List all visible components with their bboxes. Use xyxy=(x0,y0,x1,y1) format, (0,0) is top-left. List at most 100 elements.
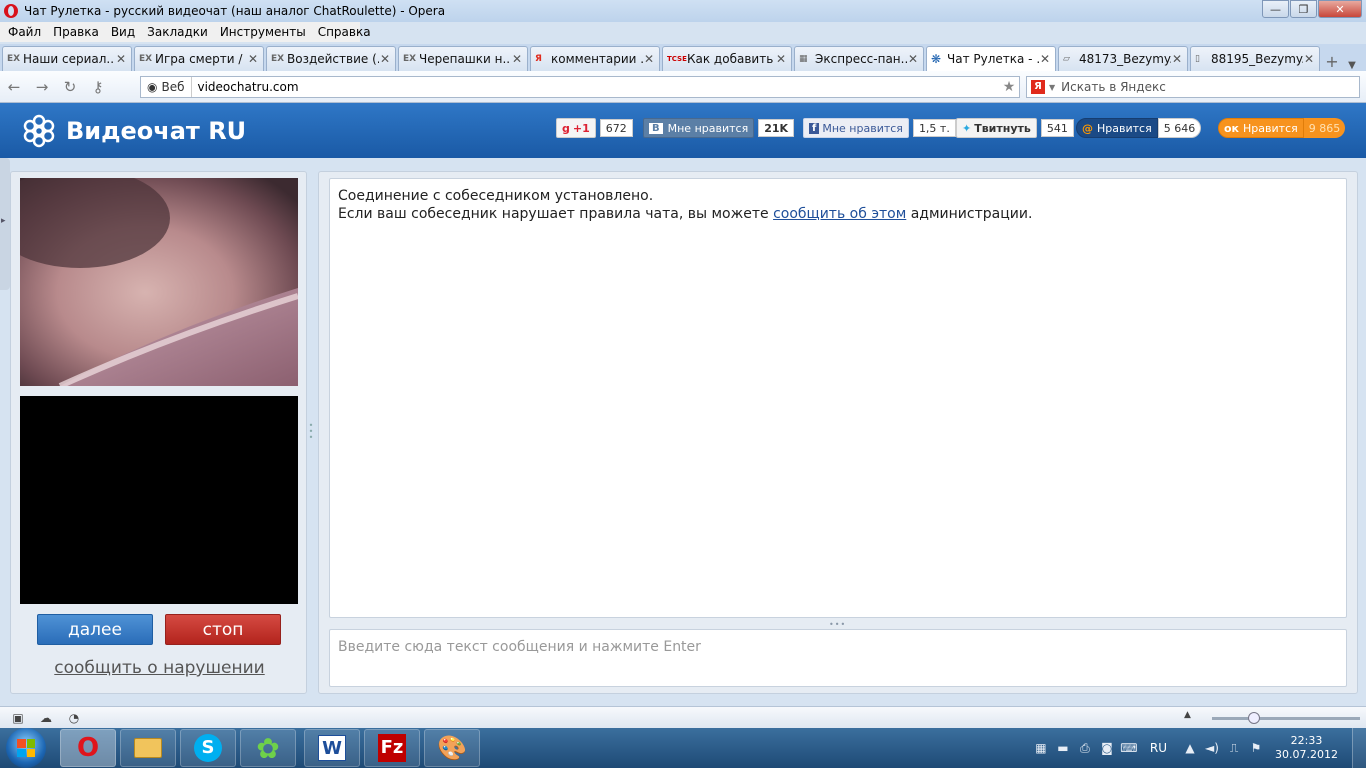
key-icon[interactable]: ⚷ xyxy=(84,78,112,96)
web-badge[interactable]: ◉ Веб xyxy=(141,77,192,97)
maximize-button[interactable]: ❐ xyxy=(1290,0,1317,18)
start-button[interactable] xyxy=(6,728,46,768)
chat-message-text: Если ваш собеседник нарушает правила чат… xyxy=(338,206,774,222)
menu-edit[interactable]: Правка xyxy=(47,25,105,39)
language-indicator[interactable]: RU xyxy=(1150,741,1167,755)
tab-close-icon[interactable]: ✕ xyxy=(775,52,787,66)
tab-close-icon[interactable]: ✕ xyxy=(643,52,655,66)
taskbar-word[interactable]: W xyxy=(304,729,360,767)
mailru-like-label: Нравится xyxy=(1097,121,1152,135)
tab[interactable]: EXИгра смерти / ...✕ xyxy=(134,46,264,71)
tab-favicon-icon: ▦ xyxy=(799,54,808,64)
panel-splitter-handle[interactable]: • • • xyxy=(308,422,314,442)
chat-resize-handle[interactable]: ••• xyxy=(829,620,846,629)
network-icon[interactable]: ⎍ xyxy=(1223,741,1245,756)
tab-close-icon[interactable]: ✕ xyxy=(511,52,523,66)
gplus-button[interactable]: g +1 xyxy=(556,118,596,138)
window-controls: — ❐ ✕ xyxy=(1261,0,1362,18)
ok-icon: ок xyxy=(1224,121,1240,135)
tab-list-icon[interactable]: ▼ xyxy=(1342,60,1362,71)
tab[interactable]: TCSEКак добавить ...✕ xyxy=(662,46,792,71)
zoom-slider-knob[interactable] xyxy=(1248,712,1260,724)
tab-close-icon[interactable]: ✕ xyxy=(247,52,259,66)
minimize-button[interactable]: — xyxy=(1262,0,1289,18)
main-content: далее стоп сообщить о нарушении • • • Соед… xyxy=(0,158,1366,706)
tab-close-icon[interactable]: ✕ xyxy=(115,52,127,66)
tray-disc-icon[interactable]: ◙ xyxy=(1096,741,1118,755)
tab[interactable]: ▯ 88195_Bezymy... ✕ xyxy=(1190,46,1320,71)
tab[interactable]: ▱ 48173_Bezymy... ✕ xyxy=(1058,46,1188,71)
taskbar-explorer[interactable] xyxy=(120,729,176,767)
tray-app-icon[interactable]: ▦ xyxy=(1030,741,1052,755)
tab[interactable]: ▦ Экспресс-пан... ✕ xyxy=(794,46,924,71)
ok-like-label: Нравится xyxy=(1243,121,1298,135)
volume-icon[interactable]: ◄) xyxy=(1201,741,1223,755)
report-admin-link[interactable]: сообщить об этом xyxy=(773,206,906,222)
window-title: Чат Рулетка - русский видеочат (наш анал… xyxy=(24,4,446,18)
tray-expand-icon[interactable]: ▲ xyxy=(1179,741,1201,755)
search-field[interactable]: Я ▼ Искать в Яндекс xyxy=(1026,76,1360,98)
show-desktop-button[interactable] xyxy=(1352,728,1366,768)
site-logo[interactable]: Видеочат RU xyxy=(22,114,246,148)
taskbar-opera[interactable]: O xyxy=(60,729,116,767)
new-tab-icon[interactable]: + xyxy=(1322,52,1342,71)
window-titlebar: Чат Рулетка - русский видеочат (наш анал… xyxy=(0,0,1366,22)
tab-label: Наши сериал... xyxy=(23,52,115,66)
tab-close-icon[interactable]: ✕ xyxy=(1039,52,1051,66)
back-icon[interactable]: ← xyxy=(0,78,28,96)
tray-printer-icon[interactable]: ⎙ xyxy=(1074,741,1096,756)
panel-toggle-icon[interactable]: ▣ xyxy=(8,711,28,725)
close-button[interactable]: ✕ xyxy=(1318,0,1362,18)
flag-icon[interactable]: ⚑ xyxy=(1245,741,1267,755)
opera-logo-icon xyxy=(4,4,18,18)
tab-favicon-icon: ▱ xyxy=(1063,54,1070,64)
reload-icon[interactable]: ↻ xyxy=(56,78,84,96)
menu-help[interactable]: Справка xyxy=(312,25,377,39)
zoom-arrow-icon[interactable]: ▲ xyxy=(1184,710,1191,720)
menu-tools[interactable]: Инструменты xyxy=(214,25,312,39)
address-field[interactable]: ◉ Веб videochatru.com ★ xyxy=(140,76,1020,98)
vk-like-button[interactable]: В Мне нравится xyxy=(643,118,755,138)
ok-like-button[interactable]: ок Нравится xyxy=(1218,118,1304,138)
forward-icon[interactable]: → xyxy=(28,78,56,96)
next-button[interactable]: далее xyxy=(37,614,153,645)
tab[interactable]: EX Воздействие (... ✕ xyxy=(266,46,396,71)
tab-active[interactable]: ❋ Чат Рулетка - ... ✕ xyxy=(926,46,1056,71)
windows-taskbar: O S ✿ W Fz 🎨 ▦ ▬ ⎙ ◙ ⌨ RU ▲ ◄) ⎍ ⚑ 22:33… xyxy=(0,728,1366,768)
tweet-button[interactable]: ✦ Твитнуть xyxy=(956,118,1037,138)
menu-bookmarks[interactable]: Закладки xyxy=(141,25,214,39)
clock[interactable]: 22:33 30.07.2012 xyxy=(1275,734,1338,762)
tab-close-icon[interactable]: ✕ xyxy=(1303,52,1315,66)
tweet-label: Твитнуть xyxy=(974,121,1031,135)
tray-device-icon[interactable]: ⌨ xyxy=(1118,741,1140,755)
taskbar-skype[interactable]: S xyxy=(180,729,236,767)
message-input[interactable]: Введите сюда текст сообщения и нажмите E… xyxy=(329,629,1347,687)
tab[interactable]: Якомментарии ... ✕ xyxy=(530,46,660,71)
report-violation-link[interactable]: сообщить о нарушении xyxy=(11,658,308,678)
search-placeholder[interactable]: Искать в Яндекс xyxy=(1055,80,1166,94)
tab-close-icon[interactable]: ✕ xyxy=(1171,52,1183,66)
menu-view[interactable]: Вид xyxy=(105,25,141,39)
speed-dial-icon[interactable]: ◔ xyxy=(64,711,84,725)
twitter-bird-icon: ✦ xyxy=(962,121,972,135)
folder-icon xyxy=(134,738,162,758)
turbo-cloud-icon[interactable]: ☁ xyxy=(36,711,56,725)
tab[interactable]: EX Наши сериал... ✕ xyxy=(2,46,132,71)
tray-drive-icon[interactable]: ▬ xyxy=(1052,741,1074,755)
stop-button[interactable]: стоп xyxy=(165,614,281,645)
opera-icon: O xyxy=(76,733,100,763)
mailru-like-button[interactable]: @ Нравится xyxy=(1076,118,1158,138)
sidebar-toggle-tab[interactable] xyxy=(0,158,10,290)
url-text[interactable]: videochatru.com xyxy=(192,80,1000,94)
bookmark-star-icon[interactable]: ★ xyxy=(999,79,1019,95)
taskbar-filezilla[interactable]: Fz xyxy=(364,729,420,767)
chat-log: Соединение с собеседником установлено. Е… xyxy=(329,178,1347,618)
taskbar-paint[interactable]: 🎨 xyxy=(424,729,480,767)
tab-close-icon[interactable]: ✕ xyxy=(907,52,919,66)
menu-file[interactable]: Файл xyxy=(2,25,47,39)
fb-like-button[interactable]: f Мне нравится xyxy=(803,118,909,138)
tab-close-icon[interactable]: ✕ xyxy=(379,52,391,66)
taskbar-icq[interactable]: ✿ xyxy=(240,729,296,767)
zoom-slider[interactable] xyxy=(1212,712,1360,724)
tab[interactable]: EX Черепашки н... ✕ xyxy=(398,46,528,71)
